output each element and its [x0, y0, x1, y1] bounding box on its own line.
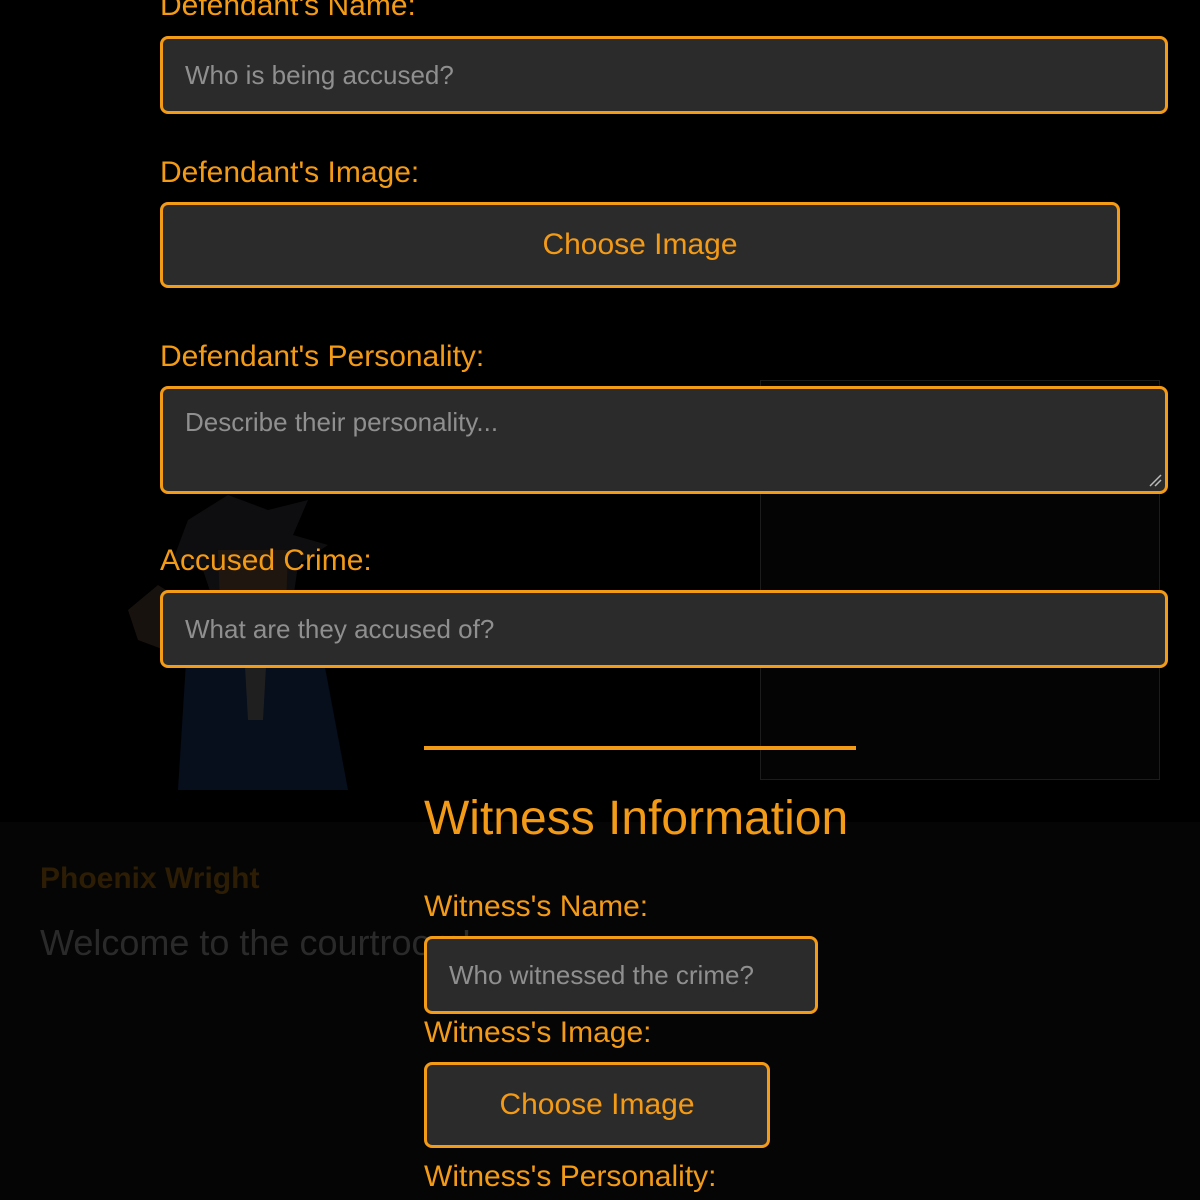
app-stage: Phoenix Wright Welcome to the courtroom!… — [0, 0, 1200, 1200]
defendant-name-label: Defendant's Name: — [160, 0, 416, 22]
background-speaker-name: Phoenix Wright — [40, 862, 260, 895]
resize-grip-icon[interactable] — [1148, 473, 1162, 487]
defendant-personality-label: Defendant's Personality: — [160, 340, 485, 373]
defendant-choose-image-button[interactable]: Choose Image — [160, 202, 1120, 288]
section-divider — [424, 746, 856, 750]
accused-crime-input[interactable] — [160, 590, 1168, 668]
witness-name-label: Witness's Name: — [424, 890, 649, 923]
witness-section-title: Witness Information — [424, 792, 849, 845]
witness-name-input[interactable] — [424, 936, 818, 1014]
defendant-name-input[interactable] — [160, 36, 1168, 114]
defendant-personality-textarea[interactable] — [160, 386, 1168, 494]
witness-personality-label: Witness's Personality: — [424, 1160, 717, 1193]
witness-choose-image-button[interactable]: Choose Image — [424, 1062, 770, 1148]
witness-image-label: Witness's Image: — [424, 1016, 652, 1049]
background-dialog-text: Welcome to the courtroom! — [40, 922, 472, 963]
defendant-image-label: Defendant's Image: — [160, 156, 420, 189]
accused-crime-label: Accused Crime: — [160, 544, 372, 577]
